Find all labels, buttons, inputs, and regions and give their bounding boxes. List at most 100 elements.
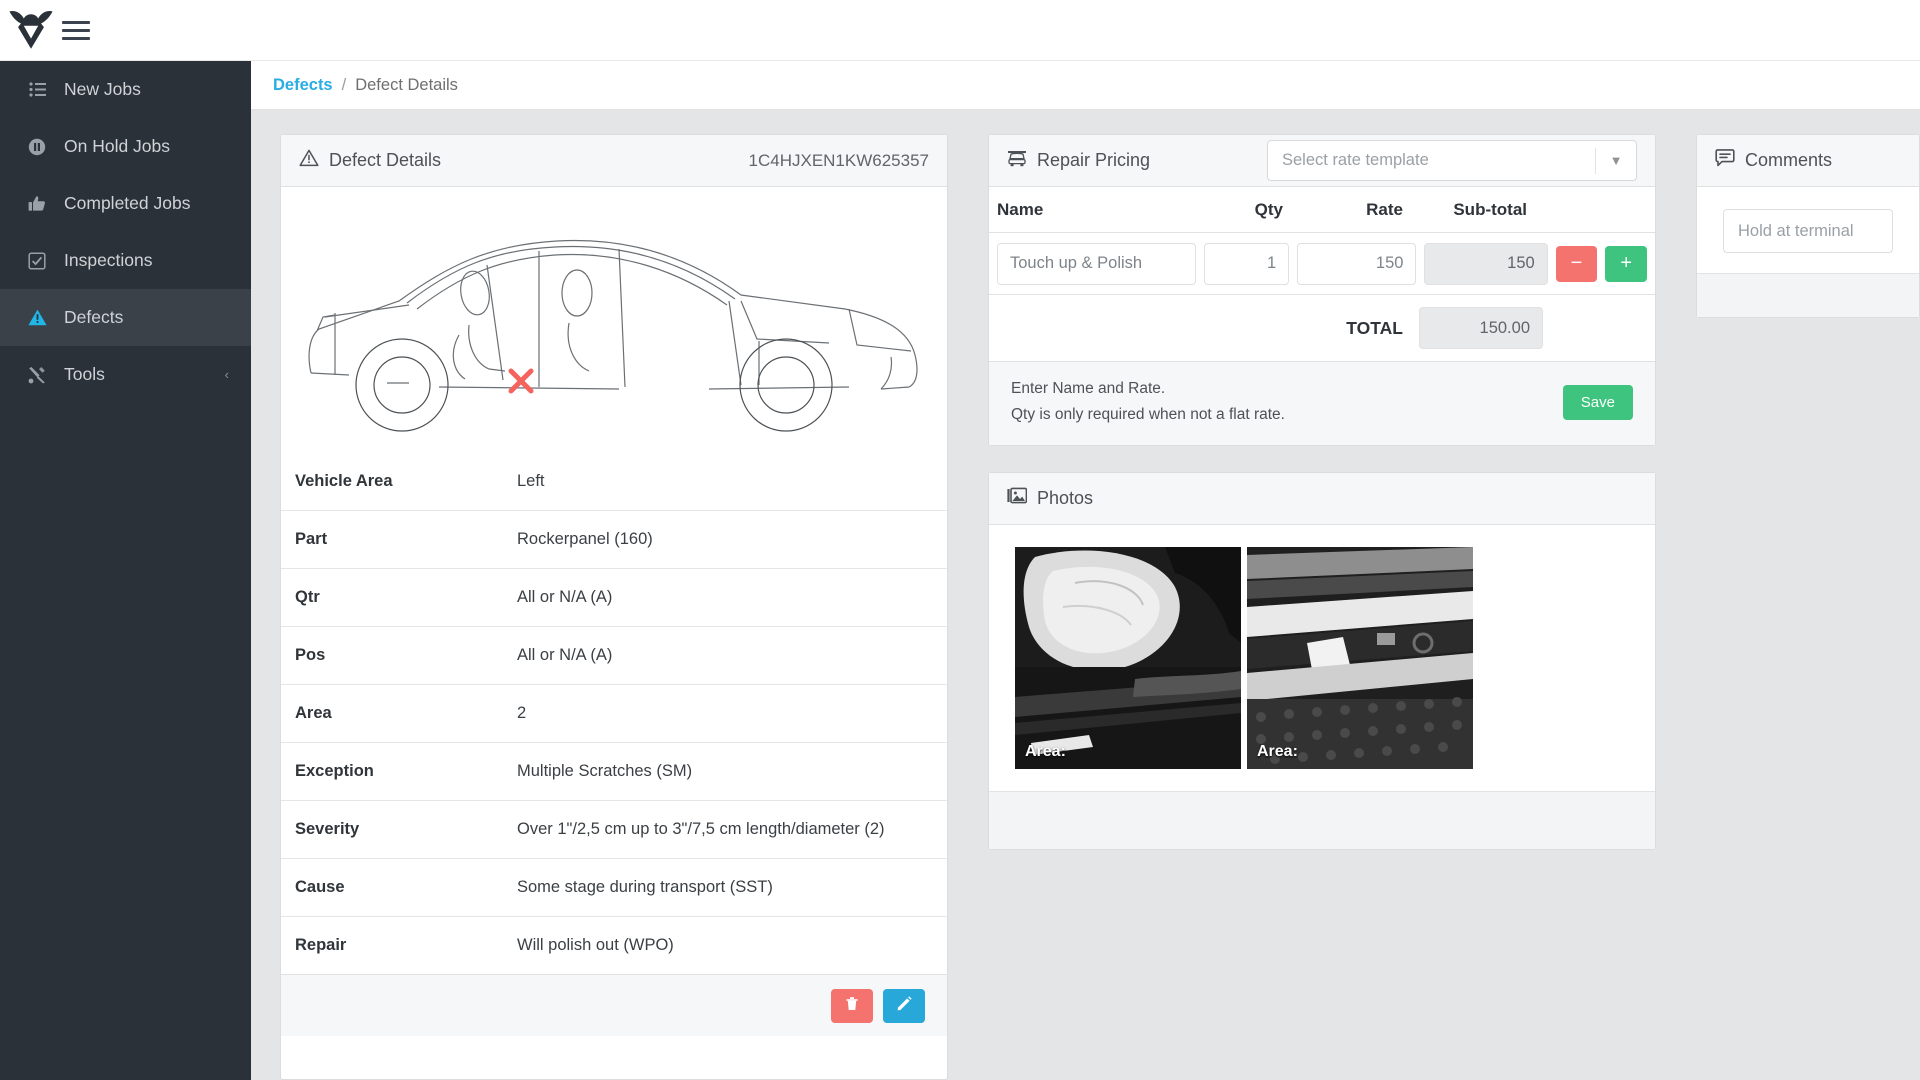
sidebar-item-label: Completed Jobs [64, 195, 190, 213]
detail-value: Multiple Scratches (SM) [517, 762, 692, 781]
defect-detail-rows: Vehicle Area Left Part Rockerpanel (160)… [281, 452, 947, 974]
photo-thumbnail[interactable]: Area: [1015, 547, 1241, 769]
detail-key: Pos [295, 646, 517, 665]
detail-value: 2 [517, 704, 526, 723]
pricing-footer: Enter Name and Rate. Qty is only require… [989, 361, 1655, 445]
chevron-down-icon[interactable]: ▼ [1596, 153, 1636, 168]
pricing-rate-input[interactable]: 150 [1297, 243, 1416, 285]
column-header-qty: Qty [1197, 200, 1283, 220]
defect-details-card: Defect Details 1C4HJXEN1KW625357 [280, 134, 948, 1080]
sidebar-item-tools[interactable]: Tools ‹ [0, 346, 251, 403]
pricing-qty-input[interactable]: 1 [1204, 243, 1290, 285]
remove-pricing-row-button[interactable]: − [1556, 246, 1598, 282]
warning-triangle-icon [299, 149, 319, 172]
panels-area: Defect Details 1C4HJXEN1KW625357 [251, 110, 1920, 1080]
comment-icon [1715, 149, 1735, 172]
breadcrumb: Defects / Defect Details [251, 61, 1920, 110]
pricing-note-line-2: Qty is only required when not a flat rat… [1011, 402, 1285, 428]
table-row: Exception Multiple Scratches (SM) [281, 742, 947, 800]
photo-caption: Area: [1247, 735, 1473, 769]
thumbs-up-icon [24, 195, 50, 213]
sidebar-item-label: Tools [64, 366, 105, 384]
comments-title-group: Comments [1715, 149, 1832, 172]
breadcrumb-separator: / [342, 76, 347, 95]
detail-value: Will polish out (WPO) [517, 936, 674, 955]
column-header-subtotal: Sub-total [1403, 200, 1527, 220]
defect-details-footer [281, 974, 947, 1036]
total-value: 150.00 [1419, 307, 1543, 349]
save-button[interactable]: Save [1563, 385, 1633, 420]
sidebar-item-defects[interactable]: Defects [0, 289, 251, 346]
detail-key: Part [295, 530, 517, 549]
table-row: Cause Some stage during transport (SST) [281, 858, 947, 916]
sidebar: New Jobs On Hold Jobs [0, 61, 251, 1080]
column-header-name: Name [997, 200, 1197, 220]
table-row: Part Rockerpanel (160) [281, 510, 947, 568]
app-root: New Jobs On Hold Jobs [0, 0, 1920, 1080]
chevron-left-icon: ‹ [225, 367, 229, 382]
trash-icon [845, 996, 859, 1015]
detail-key: Area [295, 704, 517, 723]
detail-value: Some stage during transport (SST) [517, 878, 773, 897]
defect-details-title-group: Defect Details [299, 149, 441, 172]
main-content: Defects / Defect Details [251, 61, 1920, 1080]
comment-input[interactable]: Hold at terminal [1723, 209, 1893, 253]
sidebar-item-inspections[interactable]: Inspections [0, 232, 251, 289]
repair-pricing-title-group: Repair Pricing [1007, 149, 1150, 172]
sidebar-item-label: Defects [64, 309, 123, 327]
warning-triangle-icon [24, 309, 50, 326]
sidebar-item-completed-jobs[interactable]: Completed Jobs [0, 175, 251, 232]
pricing-table: Name Qty Rate Sub-total Touch up & Polis… [989, 187, 1655, 361]
detail-key: Repair [295, 936, 517, 955]
pricing-name-input[interactable]: Touch up & Polish [997, 243, 1196, 285]
breadcrumb-link-defects[interactable]: Defects [273, 76, 333, 95]
table-row: Pos All or N/A (A) [281, 626, 947, 684]
table-row: Qtr All or N/A (A) [281, 568, 947, 626]
detail-value: All or N/A (A) [517, 646, 612, 665]
rate-template-placeholder: Select rate template [1282, 151, 1429, 170]
detail-key: Qtr [295, 588, 517, 607]
car-side-outline-icon [289, 205, 939, 435]
pause-circle-icon [24, 138, 50, 156]
hamburger-menu-icon[interactable] [58, 15, 94, 46]
pricing-table-header: Name Qty Rate Sub-total [989, 187, 1655, 233]
detail-key: Vehicle Area [295, 472, 517, 491]
sidebar-item-new-jobs[interactable]: New Jobs [0, 61, 251, 118]
brand-logo[interactable] [0, 8, 251, 52]
table-row: Severity Over 1"/2,5 cm up to 3"/7,5 cm … [281, 800, 947, 858]
breadcrumb-current: Defect Details [355, 76, 458, 95]
pencil-icon [897, 996, 912, 1015]
add-pricing-row-button[interactable]: + [1605, 246, 1647, 282]
rate-template-select[interactable]: Select rate template ▼ [1267, 140, 1637, 181]
car-repair-icon [1007, 149, 1027, 172]
comments-card: Comments Hold at terminal [1696, 134, 1920, 318]
photos-title-group: Photos [1007, 487, 1093, 509]
image-icon [1007, 487, 1027, 509]
check-square-icon [24, 252, 50, 270]
body-wrapper: New Jobs On Hold Jobs [0, 61, 1920, 1080]
sidebar-item-label: Inspections [64, 252, 153, 270]
photos-footer [989, 791, 1655, 849]
photo-thumbnail[interactable]: Area: [1247, 547, 1473, 769]
detail-value: All or N/A (A) [517, 588, 612, 607]
delete-defect-button[interactable] [831, 989, 873, 1023]
comments-header: Comments [1697, 135, 1919, 187]
tools-icon [24, 366, 50, 384]
sidebar-item-label: New Jobs [64, 81, 141, 99]
photos-header: Photos [989, 473, 1655, 525]
vin-number: 1C4HJXEN1KW625357 [749, 151, 929, 171]
comments-title: Comments [1745, 150, 1832, 171]
table-row: Vehicle Area Left [281, 452, 947, 510]
edit-defect-button[interactable] [883, 989, 925, 1023]
repair-pricing-header: Repair Pricing Select rate template ▼ [989, 135, 1655, 187]
table-row: Repair Will polish out (WPO) [281, 916, 947, 974]
sidebar-item-on-hold-jobs[interactable]: On Hold Jobs [0, 118, 251, 175]
photos-list: Area: [989, 525, 1655, 791]
detail-key: Exception [295, 762, 517, 781]
comments-body: Hold at terminal [1697, 187, 1919, 273]
photo-caption: Area: [1015, 735, 1241, 769]
minus-icon: − [1571, 252, 1583, 275]
table-row: Area 2 [281, 684, 947, 742]
sidebar-item-label: On Hold Jobs [64, 138, 170, 156]
bull-head-logo-icon [8, 8, 54, 52]
